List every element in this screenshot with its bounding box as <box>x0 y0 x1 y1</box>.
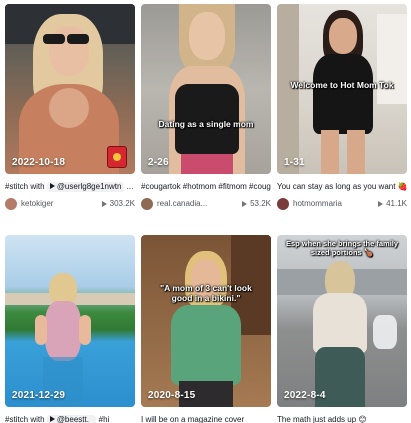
video-caption[interactable]: #stitch with @beestt._ #hi <box>5 415 135 423</box>
video-date: 2022-8-4 <box>284 390 326 401</box>
video-caption[interactable]: I will be on a magazine cover <box>141 415 271 423</box>
avatar[interactable] <box>277 197 289 210</box>
video-overlay-text: Welcome to Hot Mom Tok <box>290 80 394 90</box>
video-card[interactable]: Dating as a single mom 2-26 #cougartok #… <box>141 4 271 210</box>
video-thumbnail[interactable]: "A mom of 3 can't look good in a bikini.… <box>141 235 271 407</box>
thumbnail-image <box>141 4 271 174</box>
video-thumbnail[interactable]: 2021-12-29 <box>5 235 135 407</box>
mention-tag[interactable]: @beestt._ <box>46 415 97 423</box>
video-thumbnail[interactable]: Dating as a single mom 2-26 <box>141 4 271 174</box>
video-meta: hotmommaria 41.1K <box>277 197 407 210</box>
play-icon <box>378 200 384 207</box>
video-caption[interactable]: #stitch with @userlg8ge1nwtn ... <box>5 182 135 194</box>
video-card[interactable]: 2021-12-29 #stitch with @beestt._ #hi <box>5 235 135 423</box>
video-meta: real.canadia... 53.2K <box>141 197 271 210</box>
video-card[interactable]: 2022-10-18 #stitch with @userlg8ge1nwtn … <box>5 4 135 210</box>
play-count-value: 303.2K <box>109 199 135 208</box>
mention-text: @beestt._ <box>56 415 94 423</box>
play-count-value: 41.1K <box>386 199 407 208</box>
avatar[interactable] <box>141 197 153 210</box>
video-caption[interactable]: #cougartok #hotmom #fitmom #cougar <box>141 182 271 194</box>
author-name[interactable]: ketokiger <box>21 199 102 208</box>
play-icon <box>49 183 55 189</box>
video-card[interactable]: "A mom of 3 can't look good in a bikini.… <box>141 235 271 423</box>
video-date: 1-31 <box>284 157 305 168</box>
play-icon <box>101 200 107 207</box>
video-overlay-text: "A mom of 3 can't look good in a bikini.… <box>160 283 252 303</box>
video-thumbnail[interactable]: 2022-10-18 <box>5 4 135 174</box>
author-name[interactable]: real.canadia... <box>157 199 242 208</box>
video-thumbnail[interactable]: Esp when she brings the family sized por… <box>277 235 407 407</box>
caption-text: #stitch with <box>5 182 45 191</box>
caption-suffix: ... <box>126 182 134 191</box>
sticker-icon <box>107 146 127 168</box>
thumbnail-image <box>5 235 135 407</box>
play-count: 53.2K <box>242 199 271 208</box>
play-count: 41.1K <box>378 199 407 208</box>
mention-text: @userlg8ge1nwtn <box>56 182 122 191</box>
caption-text: #stitch with <box>5 415 45 423</box>
avatar[interactable] <box>5 197 17 210</box>
video-thumbnail[interactable]: Welcome to Hot Mom Tok 1-31 <box>277 4 407 174</box>
play-icon <box>49 416 55 422</box>
video-date: 2-26 <box>148 157 169 168</box>
play-count-value: 53.2K <box>250 199 271 208</box>
author-name[interactable]: hotmommaria <box>293 199 378 208</box>
thumbnail-image <box>277 235 407 407</box>
video-caption[interactable]: You can stay as long as you want 🍓 check… <box>277 182 407 194</box>
video-card[interactable]: Welcome to Hot Mom Tok 1-31 You can stay… <box>277 4 407 210</box>
video-date: 2020-8-15 <box>148 390 196 401</box>
video-overlay-text: Dating as a single mom <box>158 119 254 129</box>
video-overlay-text: Esp when she brings the family sized por… <box>285 239 399 257</box>
play-icon <box>242 200 248 207</box>
video-date: 2021-12-29 <box>12 390 66 401</box>
video-meta: ketokiger 303.2K <box>5 197 135 210</box>
mention-tag[interactable]: @userlg8ge1nwtn <box>46 182 125 192</box>
caption-suffix: #hi <box>98 415 110 423</box>
video-card[interactable]: Esp when she brings the family sized por… <box>277 235 407 423</box>
play-count: 303.2K <box>101 199 135 208</box>
thumbnail-image <box>141 235 271 407</box>
video-caption[interactable]: The math just adds up 😊 <box>277 415 407 423</box>
video-date: 2022-10-18 <box>12 157 66 168</box>
